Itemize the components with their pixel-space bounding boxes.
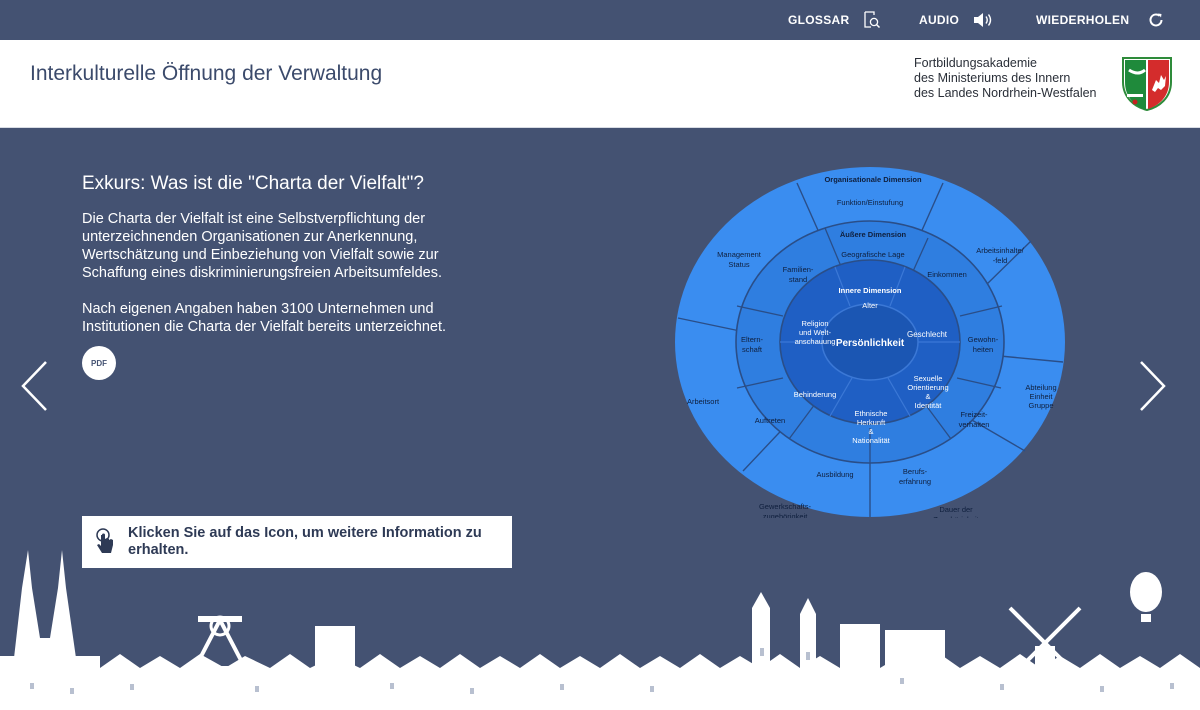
middle-freizeit: Freizeit-verhalten xyxy=(959,410,990,429)
page-title: Interkulturelle Öffnung der Verwaltung xyxy=(30,62,383,85)
middle-auftreten: Auftreten xyxy=(755,416,785,425)
org-line-1: Fortbildungsakademie xyxy=(914,56,1037,70)
header: Interkulturelle Öffnung der Verwaltung F… xyxy=(0,40,1200,128)
wiederholen-label: WIEDERHOLEN xyxy=(1036,13,1130,27)
org-line-3: des Landes Nordrhein-Westfalen xyxy=(914,86,1097,100)
inner-behinderung: Behinderung xyxy=(794,390,837,399)
organization-name: Fortbildungsakademie des Ministeriums de… xyxy=(914,56,1097,101)
audio-button[interactable]: AUDIO xyxy=(919,0,993,40)
middle-geografische: Geografische Lage xyxy=(841,250,904,259)
glossar-label: GLOSSAR xyxy=(788,13,850,27)
nrw-crest-logo xyxy=(1122,57,1172,112)
inner-alter: Alter xyxy=(862,301,878,310)
section-heading: Exkurs: Was ist die "Charta der Vielfalt… xyxy=(82,173,424,194)
middle-einkommen: Einkommen xyxy=(927,270,967,279)
inner-title: Innere Dimension xyxy=(839,286,902,295)
top-toolbar: GLOSSAR AUDIO WIEDERHOLEN xyxy=(0,0,1200,40)
middle-ausbildung: Ausbildung xyxy=(816,470,853,479)
diversity-wheel-diagram: Persönlichkeit Innere Dimension Alter Ge… xyxy=(675,167,1065,518)
content-area: Exkurs: Was ist die "Charta der Vielfalt… xyxy=(0,128,1200,710)
glossar-button[interactable]: GLOSSAR xyxy=(788,0,881,40)
outer-funktion: Funktion/Einstufung xyxy=(837,198,903,207)
outer-arbeitsort: Arbeitsort xyxy=(687,397,720,406)
pdf-icon: PDF xyxy=(91,358,107,368)
wiederholen-button[interactable]: WIEDERHOLEN xyxy=(1036,0,1165,40)
outer-gewerkschaft: Gewerkschafts-zugehörigkeit xyxy=(759,502,812,518)
outer-dauer: Dauer derZugehörigkeit xyxy=(933,505,979,518)
center-label: Persönlichkeit xyxy=(836,338,905,349)
middle-elternschaft: Eltern-schaft xyxy=(741,335,764,354)
stats-paragraph: Nach eigenen Angaben haben 3100 Unterneh… xyxy=(82,301,447,335)
audio-label: AUDIO xyxy=(919,13,960,27)
glossary-search-icon xyxy=(864,11,881,29)
org-line-2: des Ministeriums des Innern xyxy=(914,71,1071,85)
outer-title: Organisationale Dimension xyxy=(824,175,922,184)
middle-title: Äußere Dimension xyxy=(840,230,907,239)
intro-paragraph: Die Charta der Vielfalt ist eine Selbstv… xyxy=(82,211,443,281)
previous-arrow-icon[interactable] xyxy=(20,360,50,412)
next-arrow-icon[interactable] xyxy=(1137,360,1167,412)
city-skyline-illustration xyxy=(0,550,1200,710)
repeat-icon xyxy=(1149,13,1163,27)
inner-geschlecht: Geschlecht xyxy=(907,330,948,339)
outer-abteilung: Abteilung Einheit Gruppe xyxy=(1025,383,1056,410)
middle-berufserfahrung: Berufs-erfahrung xyxy=(899,467,931,486)
speaker-icon xyxy=(974,13,992,27)
pdf-button[interactable]: PDF xyxy=(82,346,116,380)
